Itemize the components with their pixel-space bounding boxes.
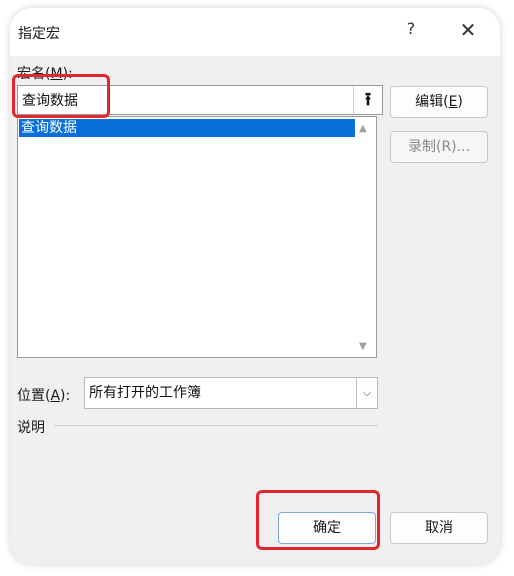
location-label-key: A [50, 388, 61, 404]
dialog-title: 指定宏 [18, 26, 60, 42]
edit-button-suffix: ) [457, 94, 463, 110]
upload-arrow-icon[interactable]: ⭱ [353, 86, 382, 114]
description-divider [54, 425, 378, 426]
chevron-down-icon[interactable]: ⌵ [356, 378, 377, 408]
highlight-ok-button [256, 490, 380, 550]
location-selected-value: 所有打开的工作簿 [89, 385, 201, 401]
edit-button-text: 编辑( [415, 94, 449, 110]
title-bar: 指定宏 ? ✕ [10, 8, 500, 56]
list-scrollbar[interactable]: ▲ ▼ [356, 117, 376, 357]
record-button[interactable]: 录制(R)... [390, 131, 488, 163]
location-label-suffix: ): [60, 388, 71, 404]
highlight-macro-name [12, 74, 110, 118]
cancel-button[interactable]: 取消 [390, 512, 488, 544]
edit-button[interactable]: 编辑(E) [390, 86, 488, 118]
location-label-text: 位置( [17, 388, 51, 404]
location-select[interactable]: 所有打开的工作簿 ⌵ [84, 377, 378, 409]
macro-list[interactable]: 查询数据 ▲ ▼ [17, 116, 377, 358]
description-label: 说明 [17, 420, 45, 436]
scroll-up-icon[interactable]: ▲ [359, 123, 367, 134]
list-item-selected[interactable]: 查询数据 [19, 119, 355, 137]
close-icon[interactable]: ✕ [454, 18, 482, 44]
location-label: 位置(A): [17, 385, 70, 405]
scroll-down-icon[interactable]: ▼ [359, 341, 367, 352]
help-icon[interactable]: ? [401, 19, 421, 43]
